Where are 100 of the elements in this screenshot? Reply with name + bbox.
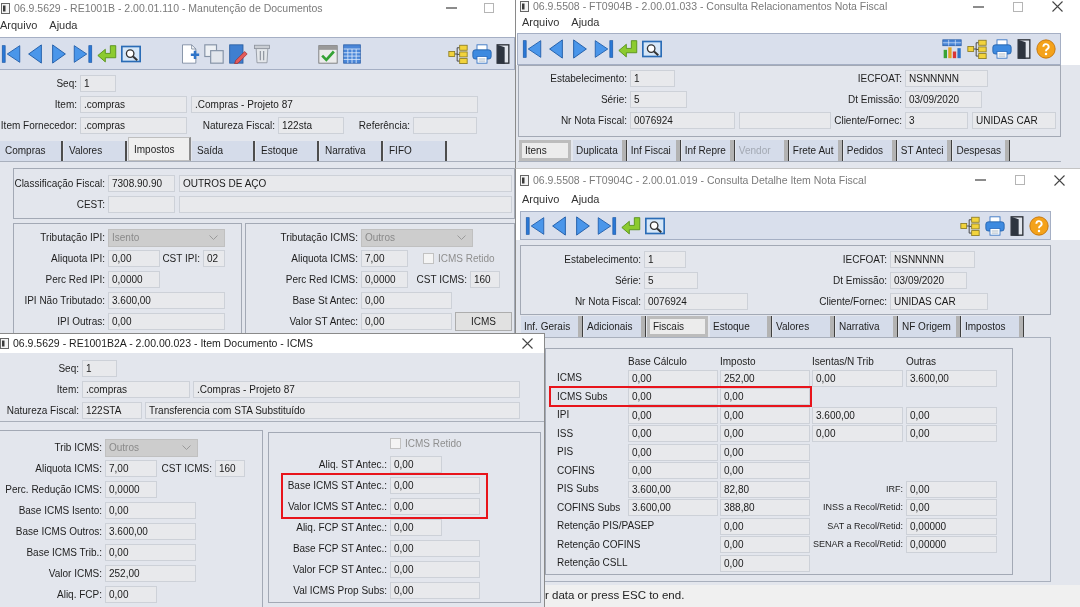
door-icon[interactable] [1010, 215, 1024, 236]
text-field[interactable]: 0,00 [108, 250, 160, 267]
value-field[interactable]: 3.600,00 [812, 406, 903, 424]
tab[interactable]: Saída [192, 141, 255, 161]
menu-item[interactable]: Ajuda [49, 19, 78, 33]
skip-back-icon[interactable] [1, 43, 21, 64]
value-field[interactable]: 0,00 [628, 388, 718, 406]
text-field[interactable]: 0,00 [108, 313, 225, 330]
tab[interactable]: Adicionais [584, 316, 645, 337]
minimize-icon[interactable] [973, 5, 984, 8]
text-field[interactable] [179, 196, 512, 213]
text-field[interactable]: 0,0000 [105, 481, 157, 498]
text-field[interactable]: 0076924 [644, 293, 748, 310]
grid-icon[interactable] [342, 43, 362, 64]
close-icon[interactable] [1054, 174, 1065, 186]
tab[interactable]: Itens [519, 140, 571, 161]
text-field[interactable]: 5 [630, 91, 687, 108]
text-field[interactable] [739, 112, 831, 129]
hierarchy-icon[interactable] [967, 39, 987, 59]
tab[interactable]: Compras [0, 141, 63, 161]
printer-icon[interactable] [992, 39, 1012, 59]
value-field[interactable]: 0,00 [812, 425, 903, 443]
help-icon[interactable] [1029, 215, 1049, 236]
value-field[interactable]: 0,00 [906, 499, 997, 517]
tab[interactable]: Frete Aut [789, 140, 842, 161]
value-field[interactable]: 82,80 [720, 480, 810, 498]
maximize-icon[interactable] [1015, 175, 1025, 185]
value-field[interactable]: 0,00 [720, 443, 810, 461]
triangle-right-icon[interactable] [49, 43, 69, 64]
tab[interactable]: NF Origem [899, 316, 960, 337]
tab[interactable]: Impostos [962, 316, 1023, 337]
tab[interactable]: Inf Fiscai [627, 140, 680, 161]
calendar-check-icon[interactable] [318, 43, 338, 64]
close-icon[interactable] [522, 338, 533, 349]
text-field[interactable]: OUTROS DE AÇO [179, 175, 512, 192]
value-field[interactable]: 0,00 [628, 443, 718, 461]
text-field[interactable]: Transferencia com STA Substituído [145, 402, 520, 419]
value-field[interactable]: 0,00 [628, 462, 718, 480]
printer-icon[interactable] [472, 43, 492, 64]
magnifier-icon[interactable] [645, 215, 665, 236]
text-field[interactable]: 7308.90.90 [108, 175, 175, 192]
value-field[interactable]: 0,00 [628, 425, 718, 443]
text-field[interactable]: .Compras - Projeto 87 [193, 381, 520, 398]
value-field[interactable]: 0,00 [720, 554, 810, 572]
value-field[interactable]: 0,00 [906, 480, 997, 498]
close-icon[interactable] [1052, 1, 1063, 12]
trash-icon[interactable] [252, 43, 272, 64]
text-field[interactable]: 160 [215, 460, 245, 477]
tab[interactable]: Pedidos [843, 140, 896, 161]
tab[interactable]: Estoque [256, 141, 319, 161]
text-field[interactable]: .compras [80, 117, 187, 134]
skip-back-icon[interactable] [525, 215, 545, 236]
value-field[interactable]: 0,00 [906, 425, 997, 443]
text-field[interactable]: 122sta [278, 117, 344, 134]
triangle-left-icon[interactable] [546, 39, 566, 59]
skip-back-icon[interactable] [522, 39, 542, 59]
text-field[interactable]: 0,00 [390, 540, 480, 557]
text-field[interactable]: UNIDAS CAR [890, 293, 988, 310]
hierarchy-icon[interactable] [448, 43, 468, 64]
text-field[interactable]: 0,00 [390, 477, 480, 494]
triangle-left-icon[interactable] [25, 43, 45, 64]
value-field[interactable]: 0,00000 [906, 536, 997, 554]
door-icon[interactable] [496, 43, 510, 64]
value-field[interactable]: 3.600,00 [628, 499, 718, 517]
menu-item[interactable]: Arquivo [0, 19, 38, 33]
text-field[interactable]: 0,00 [390, 582, 480, 599]
text-field[interactable]: 7,00 [105, 460, 157, 477]
text-field[interactable]: 5 [644, 272, 698, 289]
text-field[interactable]: 0,00 [390, 561, 480, 578]
text-field[interactable]: 3 [905, 112, 968, 129]
text-field[interactable]: 0,0000 [108, 271, 160, 288]
value-field[interactable]: 0,00 [720, 462, 810, 480]
text-field[interactable]: 0,00 [361, 313, 452, 330]
text-field[interactable]: 1 [80, 75, 116, 92]
text-field[interactable]: 03/09/2020 [905, 91, 982, 108]
text-field[interactable]: 0,0000 [361, 271, 408, 288]
text-field[interactable]: 1 [82, 360, 117, 377]
text-field[interactable]: 3.600,00 [105, 523, 196, 540]
text-field[interactable]: 0,00 [390, 456, 442, 473]
value-field[interactable]: 252,00 [720, 369, 810, 387]
text-field[interactable]: 160 [470, 271, 500, 288]
value-field[interactable]: 0,00 [906, 406, 997, 424]
tab[interactable]: Narrativa [320, 141, 383, 161]
menu-item[interactable]: Ajuda [571, 193, 600, 207]
text-field[interactable]: 02 [203, 250, 225, 267]
maximize-icon[interactable] [484, 3, 494, 13]
value-field[interactable]: 0,00 [720, 388, 810, 406]
text-field[interactable] [108, 196, 175, 213]
magnifier-icon[interactable] [642, 39, 662, 59]
text-field[interactable]: .compras [82, 381, 190, 398]
tab[interactable]: Duplicata [573, 140, 626, 161]
text-field[interactable]: 0,00 [105, 586, 157, 603]
text-field[interactable] [413, 117, 477, 134]
skip-forward-icon[interactable] [597, 215, 617, 236]
text-field[interactable]: NSNNNNN [890, 251, 975, 268]
text-field[interactable]: 0,00 [390, 519, 442, 536]
menu-item[interactable]: Ajuda [571, 16, 600, 30]
value-field[interactable]: 0,00 [628, 369, 718, 387]
value-field[interactable]: 0,00 [720, 425, 810, 443]
skip-forward-icon[interactable] [73, 43, 93, 64]
